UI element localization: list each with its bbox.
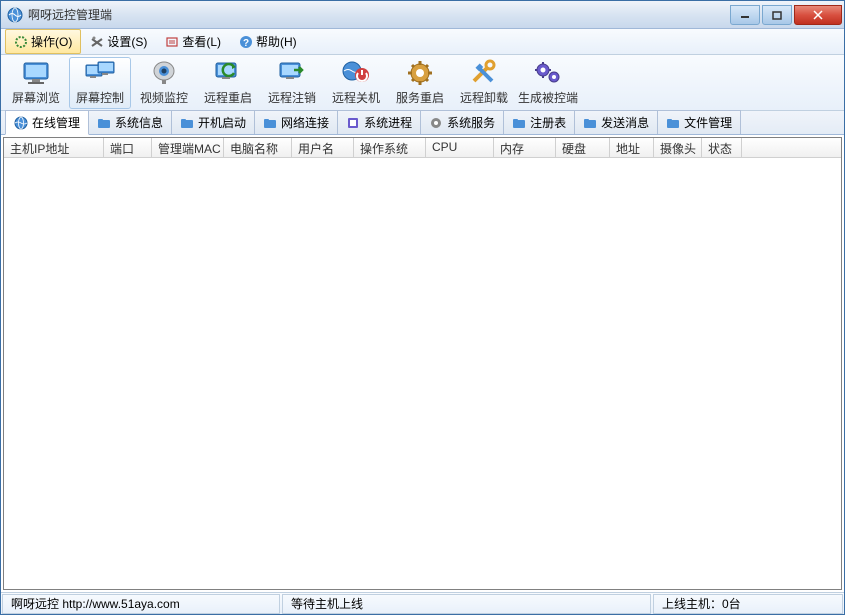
- menu-operate[interactable]: 操作(O): [5, 29, 81, 54]
- tab-services[interactable]: 系统服务: [420, 110, 504, 134]
- operate-icon: [14, 35, 28, 49]
- monitor-icon: [20, 59, 52, 87]
- tab-startup[interactable]: 开机启动: [171, 110, 255, 134]
- tab-label: 系统信息: [115, 114, 163, 131]
- tab-label: 网络连接: [281, 114, 329, 131]
- tool-remote-logout[interactable]: 远程注销: [261, 57, 323, 109]
- tool-label: 生成被控端: [518, 89, 578, 106]
- svg-text:?: ?: [243, 38, 249, 49]
- tool-remote-shutdown[interactable]: 远程关机: [325, 57, 387, 109]
- process-icon: [346, 116, 360, 130]
- tool-remote-uninstall[interactable]: 远程卸载: [453, 57, 515, 109]
- tab-label: 开机启动: [198, 114, 246, 131]
- column-header[interactable]: 管理端MAC: [152, 138, 224, 157]
- menu-settings[interactable]: 设置(S): [81, 29, 156, 54]
- table-body[interactable]: [4, 158, 841, 589]
- column-header[interactable]: 内存: [494, 138, 556, 157]
- close-button[interactable]: [794, 5, 842, 25]
- menu-label: 查看(L): [182, 33, 221, 50]
- app-icon: [7, 7, 23, 23]
- statusbar: 啊呀远控 http://www.51aya.com 等待主机上线 上线主机：0台: [1, 592, 844, 614]
- tool-label: 远程注销: [268, 89, 316, 106]
- webcam-icon: [148, 59, 180, 87]
- minimize-button[interactable]: [730, 5, 760, 25]
- column-header[interactable]: 主机IP地址: [4, 138, 104, 157]
- column-header[interactable]: 电脑名称: [224, 138, 292, 157]
- status-left: 啊呀远控 http://www.51aya.com: [2, 594, 280, 614]
- folder-icon: [512, 116, 526, 130]
- window-title: 啊呀远控管理端: [28, 6, 728, 23]
- tool-generate-client[interactable]: 生成被控端: [517, 57, 579, 109]
- column-header[interactable]: 地址: [610, 138, 654, 157]
- menu-label: 操作(O): [31, 33, 72, 50]
- menu-help[interactable]: ? 帮助(H): [230, 29, 306, 54]
- tool-remote-restart[interactable]: 远程重启: [197, 57, 259, 109]
- tab-processes[interactable]: 系统进程: [337, 110, 421, 134]
- tab-send-message[interactable]: 发送消息: [574, 110, 658, 134]
- service-icon: [429, 116, 443, 130]
- tool-label: 屏幕控制: [76, 89, 124, 106]
- column-header[interactable]: 摄像头: [654, 138, 702, 157]
- column-header[interactable]: 端口: [104, 138, 152, 157]
- column-header[interactable]: 操作系统: [354, 138, 426, 157]
- gear-icon: [404, 59, 436, 87]
- tab-label: 文件管理: [684, 114, 732, 131]
- table-area: 主机IP地址端口管理端MAC电脑名称用户名操作系统CPU内存硬盘地址摄像头状态: [3, 137, 842, 590]
- tabbar: 在线管理 系统信息 开机启动 网络连接 系统进程 系统服务 注册表 发送消息: [1, 111, 844, 135]
- tool-label: 远程关机: [332, 89, 380, 106]
- tools-icon: [468, 59, 500, 87]
- folder-icon: [180, 116, 194, 130]
- table-header: 主机IP地址端口管理端MAC电脑名称用户名操作系统CPU内存硬盘地址摄像头状态: [4, 138, 841, 158]
- tab-file-manage[interactable]: 文件管理: [657, 110, 741, 134]
- tab-online-manage[interactable]: 在线管理: [5, 110, 89, 135]
- folder-icon: [583, 116, 597, 130]
- tool-screen-control[interactable]: 屏幕控制: [69, 57, 131, 109]
- tool-label: 屏幕浏览: [12, 89, 60, 106]
- titlebar: 啊呀远控管理端: [1, 1, 844, 29]
- dual-monitor-icon: [84, 59, 116, 87]
- logout-icon: [276, 59, 308, 87]
- column-header[interactable]: 硬盘: [556, 138, 610, 157]
- settings-icon: [90, 35, 104, 49]
- tool-label: 视频监控: [140, 89, 188, 106]
- restart-icon: [212, 59, 244, 87]
- column-header[interactable]: 用户名: [292, 138, 354, 157]
- tool-service-restart[interactable]: 服务重启: [389, 57, 451, 109]
- help-icon: ?: [239, 35, 253, 49]
- status-mid: 等待主机上线: [282, 594, 651, 614]
- tool-label: 远程卸载: [460, 89, 508, 106]
- menu-view[interactable]: 查看(L): [156, 29, 230, 54]
- tool-video-monitor[interactable]: 视频监控: [133, 57, 195, 109]
- menu-label: 帮助(H): [256, 33, 297, 50]
- tab-label: 系统进程: [364, 114, 412, 131]
- main-window: 啊呀远控管理端 操作(O) 设置(S) 查看(L) ? 帮助(H) 屏幕浏览: [0, 0, 845, 615]
- tool-label: 服务重启: [396, 89, 444, 106]
- maximize-button[interactable]: [762, 5, 792, 25]
- tab-label: 注册表: [530, 114, 566, 131]
- folder-icon: [97, 116, 111, 130]
- column-header[interactable]: 状态: [702, 138, 742, 157]
- view-icon: [165, 35, 179, 49]
- tab-network[interactable]: 网络连接: [254, 110, 338, 134]
- tab-label: 在线管理: [32, 114, 80, 131]
- globe-icon: [14, 116, 28, 130]
- tab-label: 系统服务: [447, 114, 495, 131]
- tab-system-info[interactable]: 系统信息: [88, 110, 172, 134]
- toolbar: 屏幕浏览 屏幕控制 视频监控 远程重启 远程注销 远程关机 服务重启 远程卸载: [1, 55, 844, 111]
- status-right: 上线主机：0台: [653, 594, 843, 614]
- folder-icon: [666, 116, 680, 130]
- tab-label: 发送消息: [601, 114, 649, 131]
- shutdown-icon: [340, 59, 372, 87]
- gears-icon: [532, 59, 564, 87]
- tool-label: 远程重启: [204, 89, 252, 106]
- column-header[interactable]: CPU: [426, 138, 494, 157]
- menubar: 操作(O) 设置(S) 查看(L) ? 帮助(H): [1, 29, 844, 55]
- menu-label: 设置(S): [107, 33, 147, 50]
- tool-screen-browse[interactable]: 屏幕浏览: [5, 57, 67, 109]
- folder-icon: [263, 116, 277, 130]
- tab-registry[interactable]: 注册表: [503, 110, 575, 134]
- window-controls: [728, 5, 842, 25]
